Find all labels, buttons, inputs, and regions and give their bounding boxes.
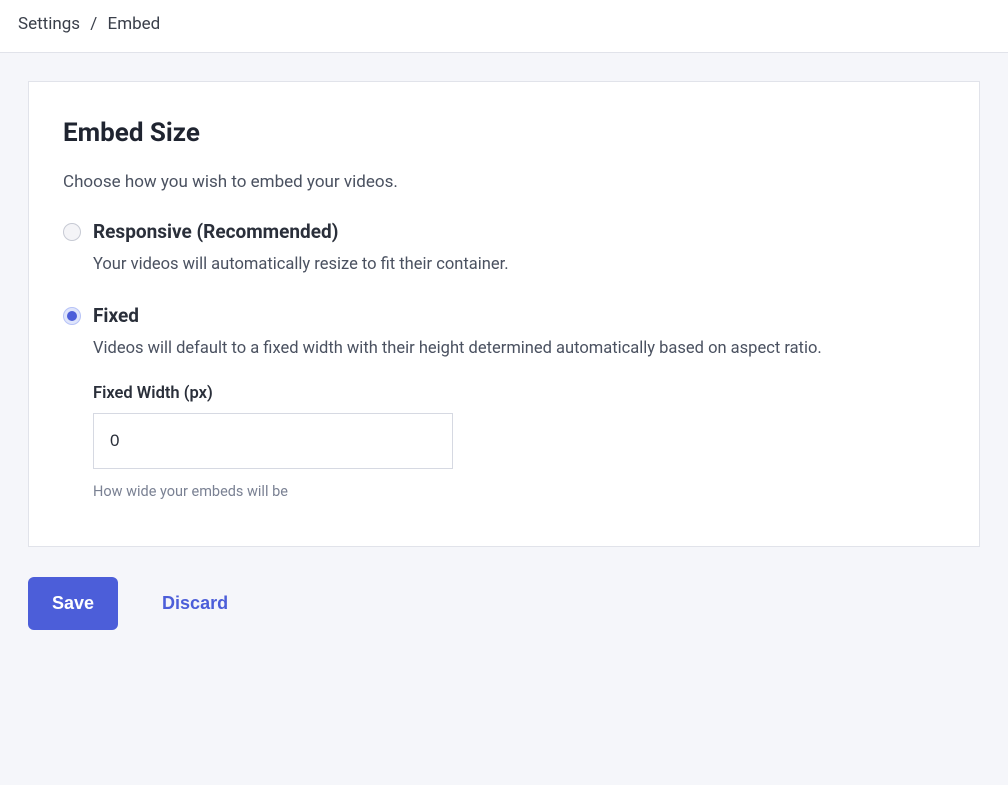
- option-responsive-label: Responsive (Recommended): [93, 220, 338, 243]
- radio-fixed[interactable]: [63, 307, 81, 325]
- fixed-width-label: Fixed Width (px): [93, 384, 945, 403]
- option-fixed: Fixed Videos will default to a fixed wid…: [63, 304, 945, 500]
- page-body: Embed Size Choose how you wish to embed …: [0, 52, 1008, 785]
- option-responsive-header[interactable]: Responsive (Recommended): [63, 220, 945, 243]
- option-fixed-header[interactable]: Fixed: [63, 304, 945, 327]
- card-intro: Choose how you wish to embed your videos…: [63, 172, 945, 192]
- option-fixed-description: Videos will default to a fixed width wit…: [93, 339, 945, 358]
- radio-responsive[interactable]: [63, 223, 81, 241]
- breadcrumb: Settings / Embed: [0, 0, 1008, 52]
- fixed-width-field-block: Fixed Width (px) How wide your embeds wi…: [93, 384, 945, 500]
- option-responsive: Responsive (Recommended) Your videos wil…: [63, 220, 945, 274]
- option-fixed-label: Fixed: [93, 304, 139, 327]
- embed-size-card: Embed Size Choose how you wish to embed …: [28, 81, 980, 547]
- discard-button[interactable]: Discard: [162, 593, 228, 614]
- breadcrumb-current: Embed: [108, 14, 161, 34]
- fixed-width-input[interactable]: [93, 413, 453, 469]
- save-button[interactable]: Save: [28, 577, 118, 630]
- breadcrumb-separator: /: [90, 14, 97, 34]
- card-title: Embed Size: [63, 118, 945, 148]
- option-responsive-description: Your videos will automatically resize to…: [93, 255, 945, 274]
- fixed-width-help: How wide your embeds will be: [93, 483, 945, 500]
- breadcrumb-parent[interactable]: Settings: [18, 14, 80, 34]
- form-actions: Save Discard: [28, 577, 980, 630]
